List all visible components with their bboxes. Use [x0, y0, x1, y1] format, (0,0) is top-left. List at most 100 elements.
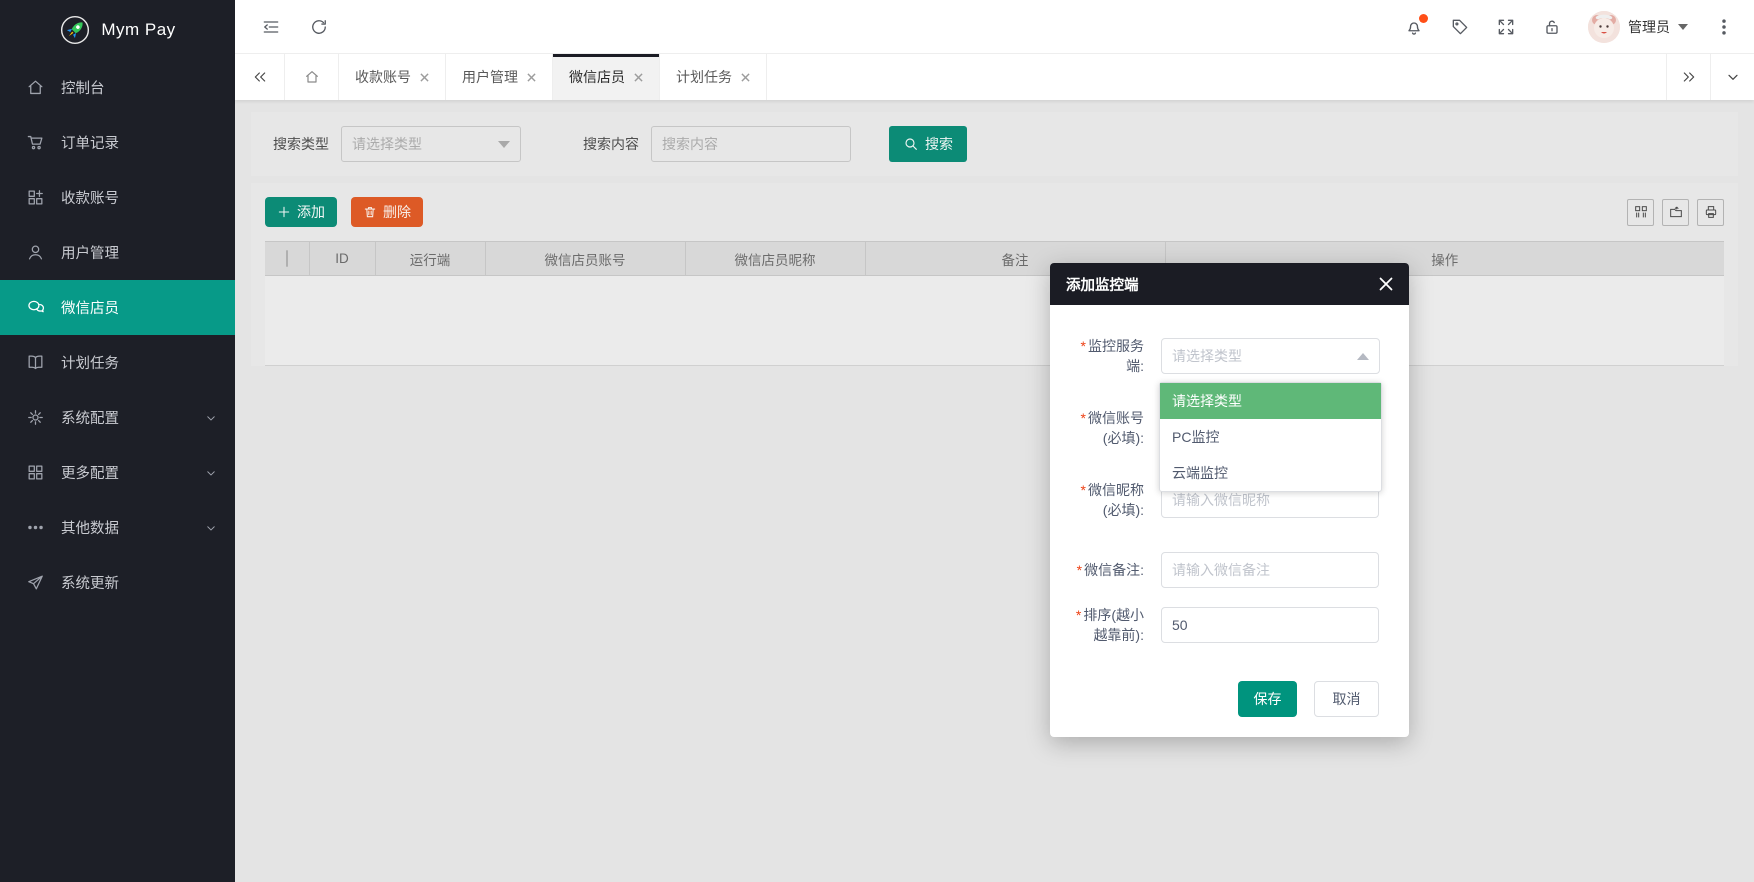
search-content-input[interactable] [651, 126, 851, 162]
tab-bar: 收款账号 用户管理 微信店员 计划任务 [235, 54, 1754, 100]
more-options-button[interactable] [1714, 17, 1734, 37]
sidebar-item-system-config[interactable]: 系统配置 [0, 390, 235, 445]
tab-payment-accounts[interactable]: 收款账号 [339, 54, 446, 100]
wechat-remark-input[interactable] [1161, 552, 1379, 588]
search-type-label: 搜索类型 [273, 134, 329, 154]
gear-icon [26, 408, 45, 427]
modal-header: 添加监控端 [1050, 263, 1409, 305]
fullscreen-icon [1496, 17, 1516, 37]
select-all-checkbox[interactable] [286, 250, 288, 267]
kebab-icon [1714, 17, 1734, 37]
server-type-dropdown: 请选择类型 PC监控 云端监控 [1159, 382, 1382, 492]
user-caret-icon [1678, 24, 1688, 30]
rocket-logo-icon [59, 14, 91, 46]
tag-icon [1450, 17, 1470, 37]
refresh-button[interactable] [309, 17, 329, 37]
dropdown-option-placeholder[interactable]: 请选择类型 [1160, 383, 1381, 419]
dropdown-option-cloud-monitor[interactable]: 云端监控 [1160, 455, 1381, 491]
table-toolbar: 添加 删除 [265, 197, 1724, 227]
table-panel: 添加 删除 [251, 183, 1738, 366]
close-icon[interactable] [634, 73, 643, 82]
field-sort-order: *排序(越小 越靠前): [1066, 605, 1379, 645]
wechat-nickname-label: 微信昵称 (必填): [1088, 482, 1144, 518]
topbar: 管理员 [235, 0, 1754, 54]
dropdown-option-pc-monitor[interactable]: PC监控 [1160, 419, 1381, 455]
dots-icon [26, 518, 45, 537]
sidebar-item-users[interactable]: 用户管理 [0, 225, 235, 280]
sidebar-item-label: 更多配置 [61, 462, 119, 483]
close-icon[interactable] [741, 73, 750, 82]
add-monitor-modal: 添加监控端 *监控服务端: 请选择类型 请选择类型 PC监控 [1050, 263, 1409, 737]
delete-button[interactable]: 删除 [351, 197, 423, 227]
tab-label: 用户管理 [462, 67, 518, 87]
tasks-icon [26, 353, 45, 372]
sidebar-item-payment-accounts[interactable]: 收款账号 [0, 170, 235, 225]
add-button-label: 添加 [297, 202, 325, 222]
sidebar-item-other-data[interactable]: 其他数据 [0, 500, 235, 555]
home-icon [304, 69, 320, 85]
sidebar-item-system-update[interactable]: 系统更新 [0, 555, 235, 610]
double-chevron-right-icon [1681, 69, 1697, 85]
wechat-icon [26, 298, 45, 317]
close-icon[interactable] [527, 73, 536, 82]
table-header-row: ID 运行端 微信店员账号 微信店员昵称 备注 操作 [265, 242, 1724, 276]
tabs-scroll-right-button[interactable] [1666, 54, 1710, 100]
sidebar-item-label: 订单记录 [61, 132, 119, 153]
lock-button[interactable] [1542, 17, 1562, 37]
sidebar-item-scheduled-tasks[interactable]: 计划任务 [0, 335, 235, 390]
modal-body: *监控服务端: 请选择类型 请选择类型 PC监控 云端监控 [1050, 305, 1409, 737]
header-select-all [265, 242, 309, 276]
sidebar-item-orders[interactable]: 订单记录 [0, 115, 235, 170]
wechat-remark-label: 微信备注: [1084, 562, 1144, 578]
sidebar-item-label: 系统更新 [61, 572, 119, 593]
notification-badge [1419, 14, 1428, 23]
column-settings-button[interactable] [1627, 199, 1654, 226]
grid-view-icon [1633, 204, 1649, 220]
add-button[interactable]: 添加 [265, 197, 337, 227]
print-button[interactable] [1697, 199, 1724, 226]
tab-user-management[interactable]: 用户管理 [446, 54, 553, 100]
search-button[interactable]: 搜索 [889, 126, 967, 162]
tab-wechat-clerk[interactable]: 微信店员 [553, 54, 660, 100]
required-asterisk: * [1081, 338, 1086, 354]
sidebar-item-label: 其他数据 [61, 517, 119, 538]
tabs-scroll-left-button[interactable] [235, 54, 285, 100]
cart-icon [26, 133, 45, 152]
tab-label: 收款账号 [355, 67, 411, 87]
field-monitor-server: *监控服务端: 请选择类型 请选择类型 PC监控 云端监控 [1066, 336, 1379, 376]
search-icon [903, 136, 919, 152]
avatar [1588, 11, 1620, 43]
sidebar-item-more-config[interactable]: 更多配置 [0, 445, 235, 500]
close-icon[interactable] [420, 73, 429, 82]
select-arrow-up-icon [1357, 353, 1369, 360]
tag-button[interactable] [1450, 17, 1470, 37]
search-type-placeholder: 请选择类型 [352, 134, 422, 154]
modal-close-button[interactable] [1379, 277, 1393, 291]
sidebar-item-label: 系统配置 [61, 407, 119, 428]
home-icon [26, 78, 45, 97]
sidebar-item-label: 收款账号 [61, 187, 119, 208]
user-menu[interactable]: 管理员 [1588, 11, 1688, 43]
save-button[interactable]: 保存 [1238, 681, 1297, 717]
export-icon [1668, 204, 1684, 220]
header-runtime: 运行端 [375, 242, 485, 276]
sidebar-collapse-button[interactable] [261, 17, 281, 37]
header-clerk-nickname: 微信店员昵称 [685, 242, 865, 276]
sort-order-input[interactable] [1161, 607, 1379, 643]
user-icon [26, 243, 45, 262]
tabs-menu-button[interactable] [1710, 54, 1754, 100]
sidebar-item-console[interactable]: 控制台 [0, 60, 235, 115]
cancel-button[interactable]: 取消 [1314, 681, 1379, 717]
tab-home[interactable] [285, 54, 339, 100]
page-content: 搜索类型 请选择类型 搜索内容 搜索 添加 删除 [235, 100, 1754, 882]
sidebar-item-wechat-clerk[interactable]: 微信店员 [0, 280, 235, 335]
monitor-server-select[interactable]: 请选择类型 [1161, 338, 1380, 374]
export-button[interactable] [1662, 199, 1689, 226]
tab-scheduled-tasks[interactable]: 计划任务 [660, 54, 767, 100]
brand-logo: Mym Pay [0, 0, 235, 60]
monitor-server-label: 监控服务端: [1088, 338, 1144, 374]
search-type-select[interactable]: 请选择类型 [341, 126, 521, 162]
notifications-button[interactable] [1404, 17, 1424, 37]
fullscreen-button[interactable] [1496, 17, 1516, 37]
header-clerk-account: 微信店员账号 [485, 242, 685, 276]
